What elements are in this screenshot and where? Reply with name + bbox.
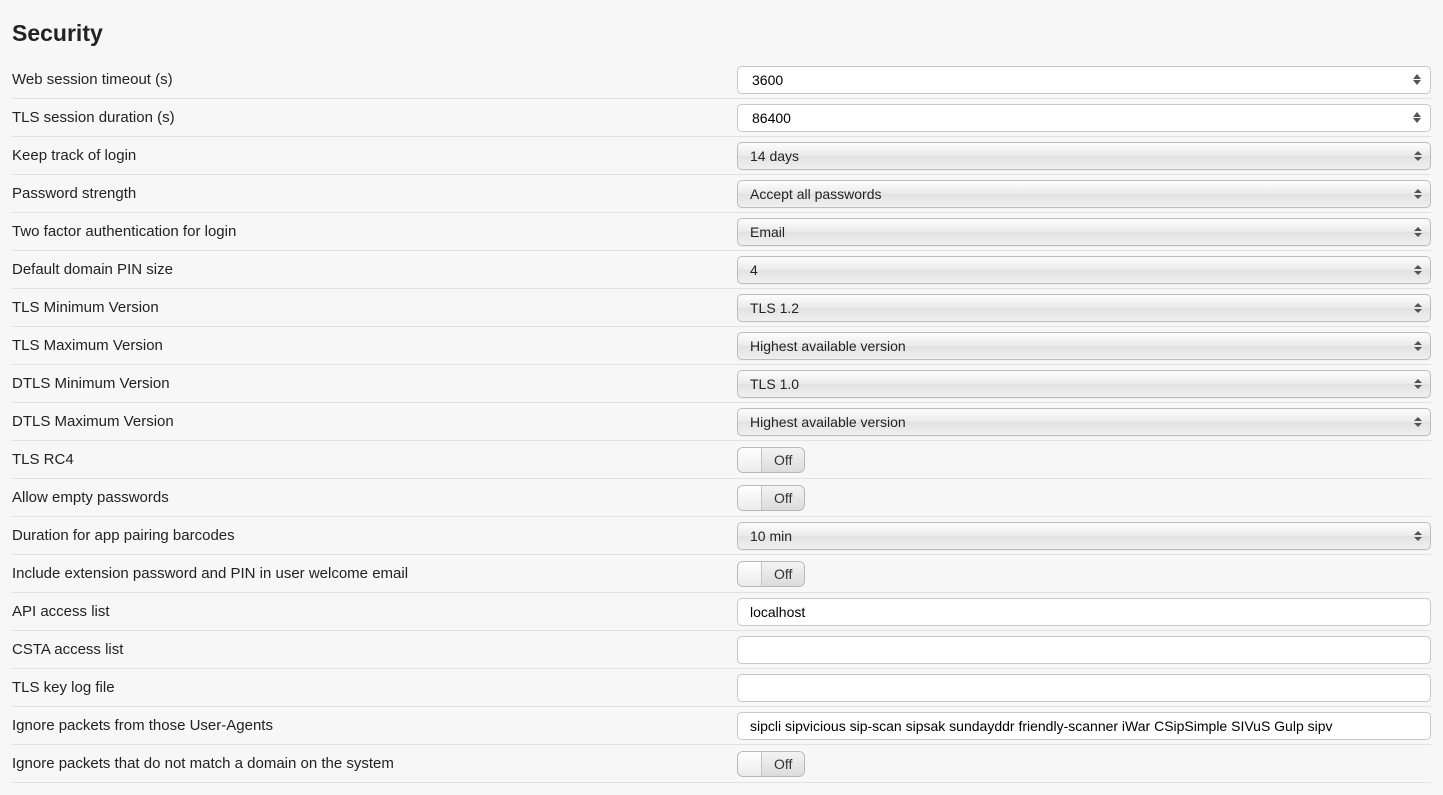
label-keep-track-login: Keep track of login — [12, 139, 737, 172]
label-allow-empty-passwords: Allow empty passwords — [12, 481, 737, 514]
label-ignore-nomatch-domain: Ignore packets that do not match a domai… — [12, 747, 737, 780]
select-tls-max-version[interactable]: Highest available version — [737, 332, 1431, 360]
row-dtls-min-version: DTLS Minimum Version TLS 1.0 — [12, 365, 1431, 403]
toggle-knob — [738, 562, 762, 586]
row-ignore-user-agents: Ignore packets from those User-Agents — [12, 707, 1431, 745]
select-value: TLS 1.2 — [750, 300, 799, 316]
label-barcode-duration: Duration for app pairing barcodes — [12, 519, 737, 552]
input-tls-session-duration[interactable] — [737, 104, 1431, 132]
label-ignore-user-agents: Ignore packets from those User-Agents — [12, 709, 737, 742]
row-password-strength: Password strength Accept all passwords — [12, 175, 1431, 213]
row-two-factor-auth: Two factor authentication for login Emai… — [12, 213, 1431, 251]
label-dtls-max-version: DTLS Maximum Version — [12, 405, 737, 438]
label-tls-max-version: TLS Maximum Version — [12, 329, 737, 362]
select-tls-min-version[interactable]: TLS 1.2 — [737, 294, 1431, 322]
toggle-knob — [738, 752, 762, 776]
select-value: 10 min — [750, 528, 792, 544]
label-password-strength: Password strength — [12, 177, 737, 210]
input-csta-access-list[interactable] — [737, 636, 1431, 664]
label-dtls-min-version: DTLS Minimum Version — [12, 367, 737, 400]
input-ignore-user-agents[interactable] — [737, 712, 1431, 740]
toggle-knob — [738, 486, 762, 510]
select-value: Highest available version — [750, 414, 906, 430]
row-allow-empty-passwords: Allow empty passwords Off — [12, 479, 1431, 517]
row-default-pin-size: Default domain PIN size 4 — [12, 251, 1431, 289]
select-barcode-duration[interactable]: 10 min — [737, 522, 1431, 550]
label-api-access-list: API access list — [12, 595, 737, 628]
select-value: Highest available version — [750, 338, 906, 354]
row-tls-rc4: TLS RC4 Off — [12, 441, 1431, 479]
select-value: 4 — [750, 262, 758, 278]
label-default-pin-size: Default domain PIN size — [12, 253, 737, 286]
select-dtls-min-version[interactable]: TLS 1.0 — [737, 370, 1431, 398]
row-tls-keylog-file: TLS key log file — [12, 669, 1431, 707]
row-dtls-max-version: DTLS Maximum Version Highest available v… — [12, 403, 1431, 441]
label-csta-access-list: CSTA access list — [12, 633, 737, 666]
toggle-label: Off — [762, 562, 804, 586]
row-tls-max-version: TLS Maximum Version Highest available ve… — [12, 327, 1431, 365]
select-value: 14 days — [750, 148, 799, 164]
select-value: TLS 1.0 — [750, 376, 799, 392]
select-default-pin-size[interactable]: 4 — [737, 256, 1431, 284]
section-title-security: Security — [12, 20, 1431, 47]
row-barcode-duration: Duration for app pairing barcodes 10 min — [12, 517, 1431, 555]
label-web-session-timeout: Web session timeout (s) — [12, 63, 737, 96]
row-ignore-nomatch-domain: Ignore packets that do not match a domai… — [12, 745, 1431, 783]
select-password-strength[interactable]: Accept all passwords — [737, 180, 1431, 208]
select-value: Email — [750, 224, 785, 240]
toggle-tls-rc4[interactable]: Off — [737, 447, 805, 473]
toggle-label: Off — [762, 486, 804, 510]
toggle-ignore-nomatch-domain[interactable]: Off — [737, 751, 805, 777]
row-api-access-list: API access list — [12, 593, 1431, 631]
select-keep-track-login[interactable]: 14 days — [737, 142, 1431, 170]
label-include-pw-welcome: Include extension password and PIN in us… — [12, 557, 737, 590]
input-tls-keylog-file[interactable] — [737, 674, 1431, 702]
input-web-session-timeout[interactable] — [737, 66, 1431, 94]
input-api-access-list[interactable] — [737, 598, 1431, 626]
label-two-factor-auth: Two factor authentication for login — [12, 215, 737, 248]
label-tls-session-duration: TLS session duration (s) — [12, 101, 737, 134]
row-include-pw-welcome: Include extension password and PIN in us… — [12, 555, 1431, 593]
label-tls-keylog-file: TLS key log file — [12, 671, 737, 704]
toggle-knob — [738, 448, 762, 472]
select-value: Accept all passwords — [750, 186, 882, 202]
toggle-allow-empty-passwords[interactable]: Off — [737, 485, 805, 511]
label-tls-min-version: TLS Minimum Version — [12, 291, 737, 324]
row-csta-access-list: CSTA access list — [12, 631, 1431, 669]
toggle-include-pw-welcome[interactable]: Off — [737, 561, 805, 587]
label-tls-rc4: TLS RC4 — [12, 443, 737, 476]
toggle-label: Off — [762, 448, 804, 472]
select-two-factor-auth[interactable]: Email — [737, 218, 1431, 246]
row-tls-min-version: TLS Minimum Version TLS 1.2 — [12, 289, 1431, 327]
row-keep-track-login: Keep track of login 14 days — [12, 137, 1431, 175]
select-dtls-max-version[interactable]: Highest available version — [737, 408, 1431, 436]
row-tls-session-duration: TLS session duration (s) — [12, 99, 1431, 137]
toggle-label: Off — [762, 752, 804, 776]
row-web-session-timeout: Web session timeout (s) — [12, 61, 1431, 99]
